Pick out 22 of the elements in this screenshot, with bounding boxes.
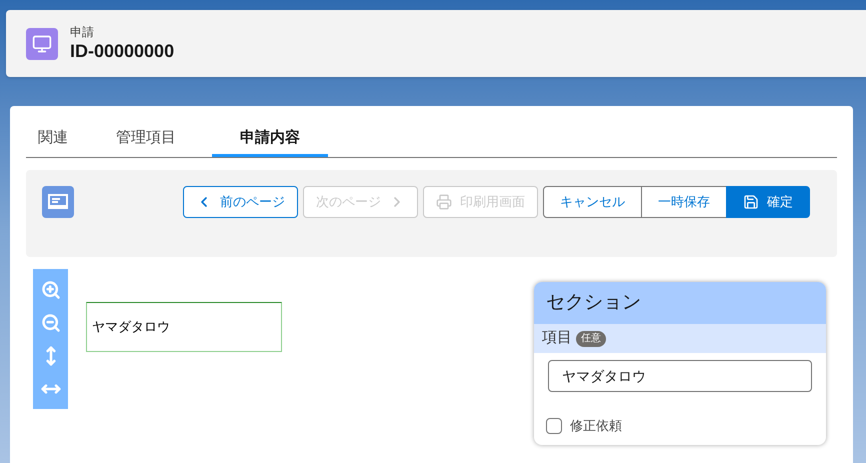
form-icon bbox=[42, 186, 74, 218]
zoom-out-icon[interactable] bbox=[40, 312, 60, 332]
printer-icon bbox=[436, 194, 452, 210]
tab[interactable]: 申請内容 bbox=[212, 122, 328, 157]
action-button[interactable]: 一時保存 bbox=[641, 186, 727, 218]
section-header: セクション bbox=[534, 282, 826, 324]
tab[interactable]: 関連 bbox=[26, 122, 80, 157]
object-label: 申請 bbox=[70, 24, 95, 40]
canvas-text-field[interactable]: ヤマダタロウ bbox=[86, 302, 282, 352]
tab[interactable]: 管理項目 bbox=[104, 122, 188, 157]
zoom-in-icon[interactable] bbox=[40, 280, 60, 300]
optional-badge: 任意 bbox=[576, 330, 606, 346]
confirm-button[interactable]: 確定 bbox=[726, 186, 810, 218]
previous-page-button[interactable]: 前のページ bbox=[183, 186, 298, 218]
section-text-field[interactable]: ヤマダタロウ bbox=[548, 360, 812, 392]
checkbox[interactable] bbox=[546, 418, 562, 434]
action-button[interactable]: キャンセル bbox=[543, 186, 642, 218]
save-icon bbox=[743, 194, 759, 210]
checkbox-label: 修正依頼 bbox=[570, 417, 622, 435]
field-label: 項目 bbox=[542, 328, 572, 348]
record-title: ID-00000000 bbox=[70, 40, 174, 62]
monitor-icon bbox=[26, 28, 58, 60]
